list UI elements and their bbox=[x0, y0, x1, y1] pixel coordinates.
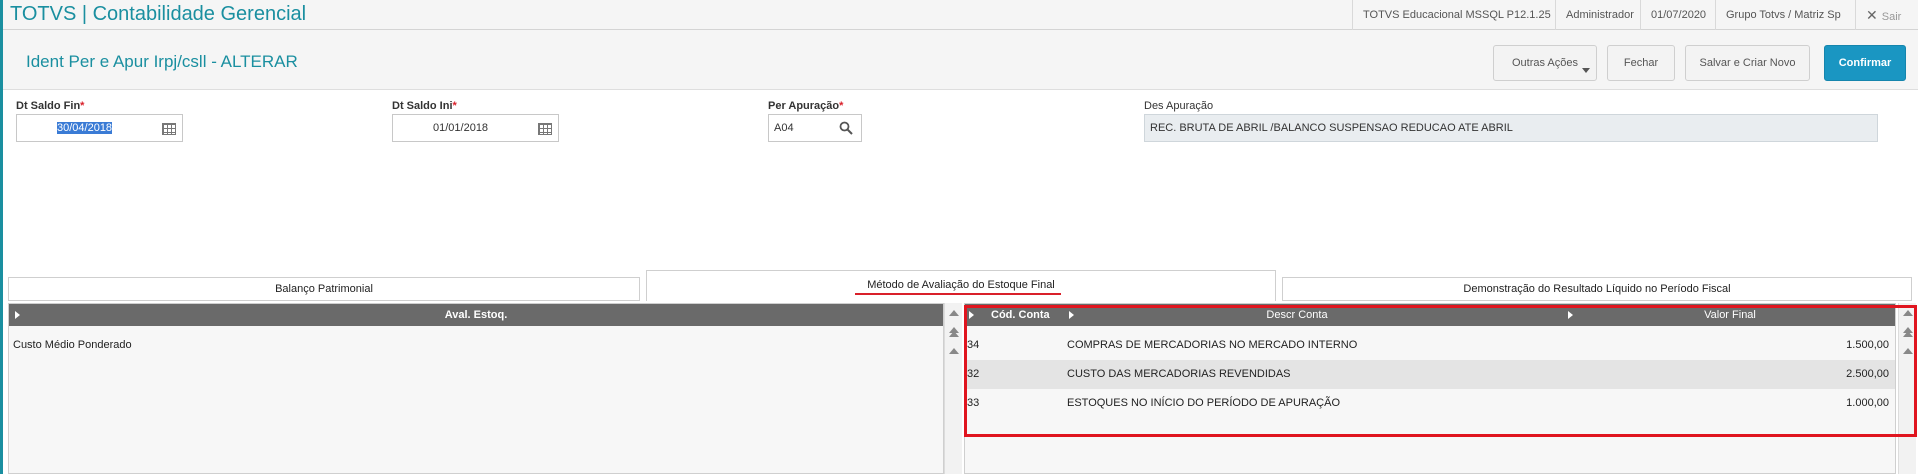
per-apuracao-value: A04 bbox=[774, 122, 794, 134]
environment-label: TOTVS Educacional MSSQL P12.1.25 bbox=[1352, 0, 1561, 30]
left-scrollbar[interactable] bbox=[944, 303, 962, 474]
user-label[interactable]: Administrador bbox=[1555, 0, 1644, 30]
dt-saldo-fin-value: 30/04/2018 bbox=[57, 122, 113, 134]
top-bar: TOTVS | Contabilidade Gerencial TOTVS Ed… bbox=[0, 0, 1918, 30]
table-row[interactable]: Custo Médio Ponderado bbox=[9, 331, 943, 360]
app-title: TOTVS | Contabilidade Gerencial bbox=[10, 3, 307, 25]
page-title: Ident Per e Apur Irpj/csll - ALTERAR bbox=[26, 52, 298, 71]
scroll-top-icon[interactable] bbox=[949, 348, 959, 354]
per-apuracao-label: Per Apuração* bbox=[768, 100, 844, 112]
other-actions-button[interactable]: Outras Ações bbox=[1493, 45, 1597, 81]
grid-header[interactable]: Aval. Estoq. bbox=[9, 304, 943, 326]
aval-estoq-cell: Custo Médio Ponderado bbox=[13, 339, 132, 351]
save-new-button[interactable]: Salvar e Criar Novo bbox=[1685, 45, 1810, 81]
scroll-page-up-icon[interactable] bbox=[949, 327, 959, 337]
tab-metodo-avaliacao[interactable]: Método de Avaliação do Estoque Final bbox=[646, 270, 1276, 301]
tab-balanco-patrimonial[interactable]: Balanço Patrimonial bbox=[8, 277, 640, 301]
dt-saldo-fin-field[interactable]: 30/04/2018 bbox=[16, 114, 183, 142]
left-grid-panel: Aval. Estoq. Custo Médio Ponderado bbox=[8, 303, 944, 474]
page-header: Ident Per e Apur Irpj/csll - ALTERAR Out… bbox=[3, 30, 1918, 90]
exit-button[interactable]: ✕ Sair bbox=[1855, 0, 1918, 30]
calendar-icon[interactable] bbox=[162, 123, 176, 135]
des-apuracao-value: REC. BRUTA DE ABRIL /BALANCO SUSPENSAO R… bbox=[1150, 122, 1513, 134]
aval-estoq-header: Aval. Estoq. bbox=[444, 309, 508, 321]
highlight-annotation-box bbox=[964, 305, 1917, 437]
des-apuracao-field: REC. BRUTA DE ABRIL /BALANCO SUSPENSAO R… bbox=[1144, 114, 1878, 142]
des-apuracao-label: Des Apuração bbox=[1144, 100, 1214, 112]
dt-saldo-ini-label: Dt Saldo Ini* bbox=[392, 100, 457, 112]
scroll-up-icon[interactable] bbox=[949, 310, 959, 316]
tab-demonstracao-resultado[interactable]: Demonstração do Resultado Líquido no Per… bbox=[1282, 277, 1912, 301]
close-button[interactable]: Fechar bbox=[1607, 45, 1675, 81]
close-icon: ✕ bbox=[1866, 7, 1878, 23]
chevron-down-icon bbox=[1582, 68, 1590, 73]
date-label: 01/07/2020 bbox=[1640, 0, 1716, 30]
company-label[interactable]: Grupo Totvs / Matriz Sp bbox=[1715, 0, 1851, 30]
calendar-icon[interactable] bbox=[538, 123, 552, 135]
search-icon[interactable] bbox=[839, 121, 853, 135]
dt-saldo-fin-label: Dt Saldo Fin* bbox=[16, 100, 85, 112]
per-apuracao-field[interactable]: A04 bbox=[768, 114, 862, 142]
confirm-button[interactable]: Confirmar bbox=[1824, 45, 1906, 81]
active-tab-underline bbox=[855, 293, 1061, 295]
dt-saldo-ini-value: 01/01/2018 bbox=[433, 122, 489, 134]
dt-saldo-ini-field[interactable]: 01/01/2018 bbox=[392, 114, 559, 142]
